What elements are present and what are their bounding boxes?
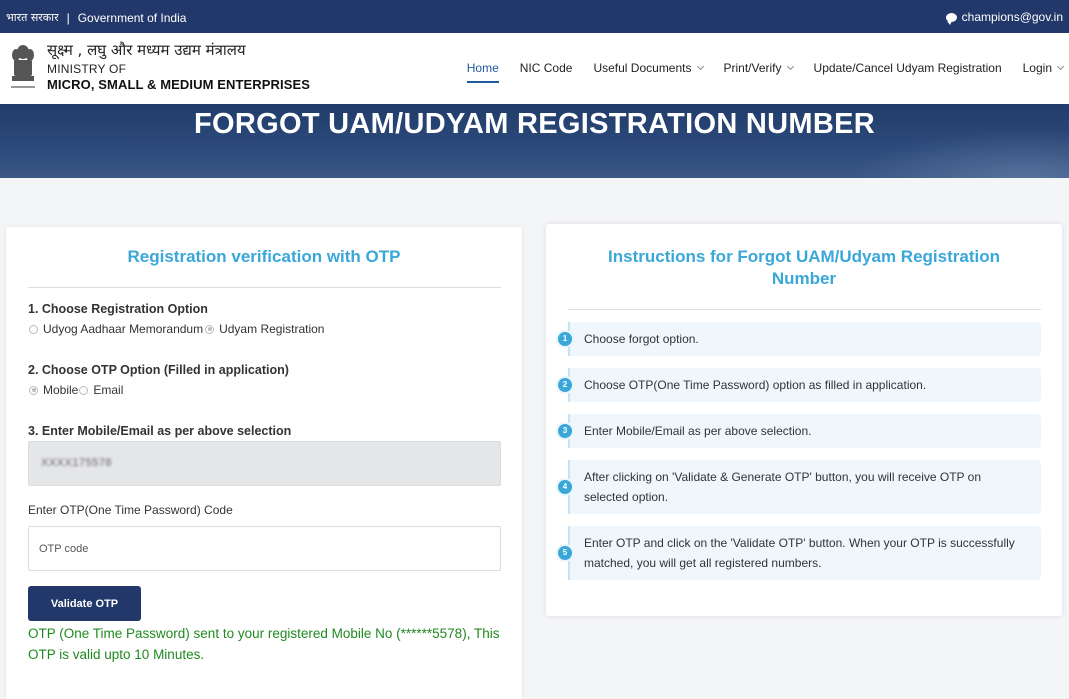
mobile-value: XXXX175578 [41, 457, 113, 469]
nav-label: Login [1022, 61, 1052, 75]
radio-mobile-label[interactable]: Mobile [43, 383, 78, 397]
radio-email[interactable] [79, 385, 89, 395]
page-banner: FORGOT UAM/UDYAM REGISTRATION NUMBER [0, 104, 1069, 178]
divider [568, 309, 1041, 310]
national-emblem-icon[interactable] [8, 42, 38, 92]
nav-label: Home [466, 61, 499, 75]
separator: | [66, 10, 70, 25]
validate-otp-button[interactable]: Validate OTP [28, 586, 141, 621]
step-text: Choose OTP(One Time Password) option as … [584, 378, 927, 392]
nav-home[interactable]: Home [466, 61, 499, 83]
step-text: After clicking on 'Validate & Generate O… [584, 470, 981, 504]
registration-option-group: Udyog Aadhaar Memorandum Udyam Registrat… [29, 322, 324, 336]
otp-option-group: Mobile Email [29, 383, 123, 397]
chat-icon [945, 12, 957, 25]
otp-code-label: Enter OTP(One Time Password) Code [28, 503, 233, 517]
hindi-gov-text: भारत सरकार [6, 11, 59, 24]
step1-label: 1. Choose Registration Option [28, 302, 208, 316]
instruction-step: 1 Choose forgot option. [558, 322, 1041, 356]
top-bar: भारत सरकार | Government of India champio… [0, 0, 1069, 33]
page-title: FORGOT UAM/UDYAM REGISTRATION NUMBER [193, 108, 875, 140]
divider [28, 287, 501, 288]
nav-label: NIC Code [519, 61, 573, 75]
step-number: 2 [558, 378, 572, 392]
chevron-down-icon [786, 62, 794, 71]
instruction-step: 3 Enter Mobile/Email as per above select… [558, 414, 1041, 448]
otp-code-input[interactable] [28, 526, 501, 571]
nav-label: Useful Documents [593, 61, 692, 75]
ministry-line2: MINISTRY OF [47, 62, 127, 76]
step-text: Enter Mobile/Email as per above selectio… [584, 424, 812, 438]
instructions-card: Instructions for Forgot UAM/Udyam Regist… [546, 224, 1062, 616]
nav-useful-documents[interactable]: Useful Documents [593, 61, 704, 81]
step3-label: 3. Enter Mobile/Email as per above selec… [28, 424, 292, 438]
radio-uam[interactable] [29, 324, 38, 334]
radio-mobile[interactable] [29, 385, 38, 395]
instruction-step: 4 After clicking on 'Validate & Generate… [558, 460, 1041, 514]
otp-verification-card: Registration verification with OTP 1. Ch… [6, 227, 522, 699]
chevron-down-icon [1056, 62, 1065, 71]
otp-sent-message: OTP (One Time Password) sent to your reg… [28, 626, 500, 662]
step-text: Choose forgot option. [584, 332, 699, 346]
contact-email-link[interactable]: champions@gov.in [962, 10, 1063, 24]
ministry-line3: MICRO, SMALL & MEDIUM ENTERPRISES [47, 77, 311, 92]
nav-update-cancel[interactable]: Update/Cancel Udyam Registration [814, 61, 1002, 81]
ministry-logo-text[interactable]: सूक्ष्म , लघु और मध्यम उद्यम मंत्रालय MI… [47, 40, 310, 92]
radio-email-label[interactable]: Email [93, 383, 123, 397]
nav-label: Update/Cancel Udyam Registration [813, 61, 1002, 75]
step-number: 4 [558, 480, 572, 494]
form-title: Registration verification with OTP [127, 247, 401, 266]
radio-uam-label[interactable]: Udyog Aadhaar Memorandum [43, 322, 203, 336]
step2-label: 2. Choose OTP Option (Filled in applicat… [28, 363, 289, 377]
radio-udyam[interactable] [205, 324, 215, 334]
nav-nic-code[interactable]: NIC Code [520, 61, 573, 81]
instruction-step: 2 Choose OTP(One Time Password) option a… [558, 368, 1041, 402]
step-text: Enter OTP and click on the 'Validate OTP… [584, 536, 1015, 570]
nav-login[interactable]: Login [1022, 61, 1065, 81]
radio-udyam-label[interactable]: Udyam Registration [219, 322, 324, 336]
step-number: 5 [558, 546, 572, 560]
instruction-step: 5 Enter OTP and click on the 'Validate O… [558, 526, 1041, 580]
gov-of-india-link[interactable]: Government of India [78, 11, 187, 25]
step-number: 1 [558, 332, 572, 346]
chevron-down-icon [696, 62, 704, 71]
site-header: सूक्ष्म , लघु और मध्यम उद्यम मंत्रालय MI… [0, 33, 1069, 104]
nav-print-verify[interactable]: Print/Verify [723, 61, 794, 81]
ministry-hindi: सूक्ष्म , लघु और मध्यम उद्यम मंत्रालय [47, 41, 246, 59]
mobile-email-field[interactable]: XXXX175578 [28, 441, 501, 486]
instructions-title: Instructions for Forgot UAM/Udyam Regist… [608, 247, 1000, 288]
main-nav: Home NIC Code Useful Documents Print/Ver… [466, 61, 1065, 83]
step-number: 3 [558, 424, 572, 438]
nav-label: Print/Verify [723, 61, 782, 75]
